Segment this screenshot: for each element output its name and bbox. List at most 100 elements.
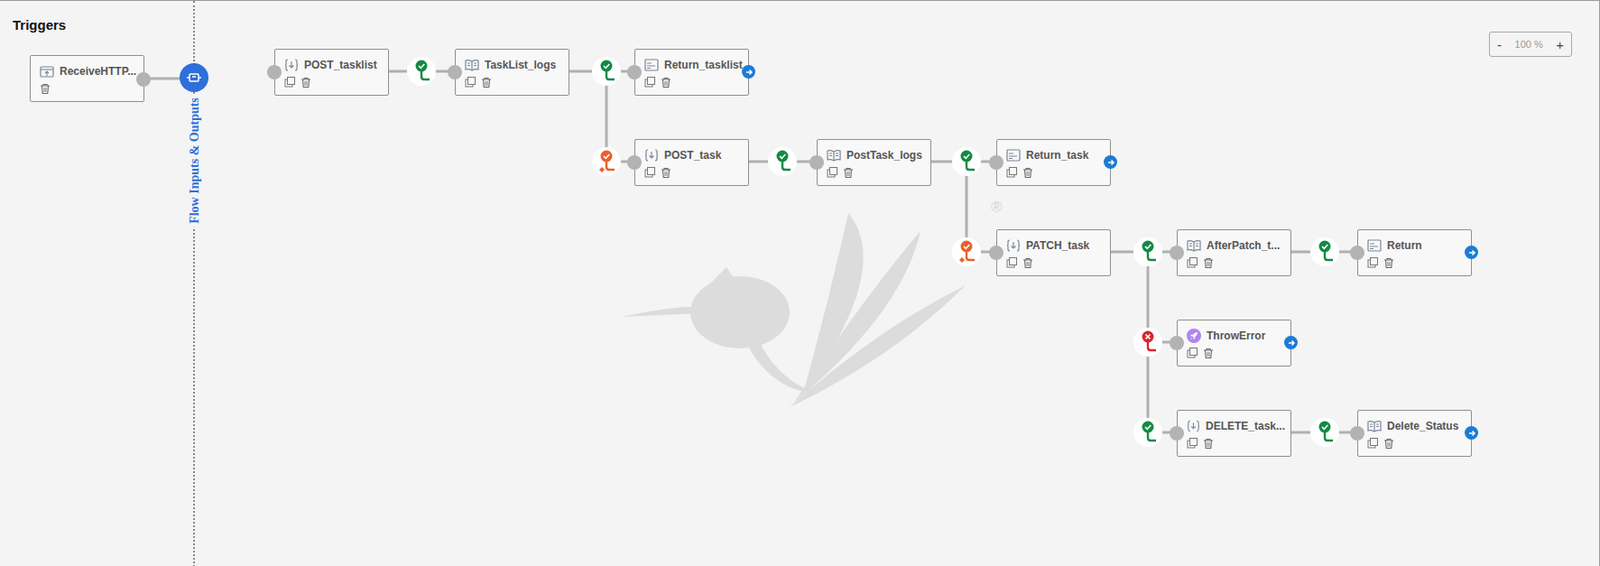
throw-icon [1186,328,1202,343]
copy-icon[interactable] [1186,437,1198,449]
activity-header: Delete_Status [1358,410,1471,435]
connector-lines [0,0,1600,566]
trash-icon[interactable] [480,76,492,88]
activity-header: Return [1358,230,1471,254]
activity-input-port[interactable] [627,155,642,170]
copy-icon[interactable] [1186,347,1198,359]
activity-input-port[interactable] [1169,245,1184,260]
activity-label: POST_tasklist [304,58,378,72]
copy-icon[interactable] [1006,257,1018,269]
trigger-label: ReceiveHTTP... [59,64,137,78]
trash-icon[interactable] [842,166,854,178]
activity-node[interactable]: DELETE_task... [1176,409,1292,457]
trash-icon[interactable] [1022,166,1034,178]
activity-node[interactable]: Delete_Status [1357,409,1472,457]
return-marker [1103,155,1118,169]
success-branch-icon[interactable] [591,55,622,87]
zoom-level: 100 % [1515,36,1544,53]
activity-actions [997,163,1110,182]
copy-icon[interactable] [1006,166,1018,178]
copy-icon[interactable] [644,76,656,88]
condition-branch-icon[interactable] [591,146,622,177]
copy-icon[interactable] [284,76,296,88]
copy-icon[interactable] [1367,257,1379,269]
success-branch-icon[interactable] [406,55,437,87]
watermark-logo-icon [622,212,1002,421]
activity-input-port[interactable] [447,64,463,80]
activity-input-port[interactable] [1350,425,1365,441]
activity-header: PostTask_logs [817,139,931,164]
success-branch-icon[interactable] [767,146,798,177]
activity-node[interactable]: PostTask_logs [816,138,932,186]
activity-actions [1177,253,1291,272]
activity-label: PATCH_task [1026,239,1090,252]
trash-icon[interactable] [1383,437,1395,449]
flow-io-button[interactable] [179,63,209,93]
activity-node[interactable]: AfterPatch_t... [1176,229,1292,277]
activity-input-port[interactable] [1350,245,1365,260]
trash-icon[interactable] [660,76,672,88]
activity-actions [275,73,389,92]
return-icon [1006,147,1021,163]
trash-icon[interactable] [300,76,312,88]
activity-node[interactable]: POST_task [634,138,750,186]
activity-node[interactable]: TaskList_logs [454,48,570,96]
return-icon [1367,238,1382,253]
return-arrow-icon [1106,157,1116,167]
activity-input-port[interactable] [267,64,282,80]
activity-input-port[interactable] [989,245,1004,260]
zoom-out-button[interactable]: - [1497,37,1502,52]
log-icon [1367,418,1382,434]
success-branch-icon[interactable] [1309,236,1341,268]
copy-icon[interactable] [826,166,838,178]
trash-icon[interactable] [1022,257,1034,269]
activity-input-port[interactable] [627,64,642,80]
activity-node[interactable]: ThrowError [1176,319,1292,367]
activity-header: DELETE_task... [1177,410,1291,435]
flow-io-icon [186,70,202,85]
trash-icon[interactable] [1202,347,1214,359]
activity-node[interactable]: Return_tasklist [634,48,750,96]
return-marker [1464,245,1479,259]
activity-input-port[interactable] [809,155,824,170]
trash-icon[interactable] [1202,437,1214,449]
activity-actions [455,73,569,92]
return-marker [741,64,756,79]
zoom-in-button[interactable]: + [1555,37,1564,52]
trash-icon[interactable] [1202,257,1214,269]
trigger-node[interactable]: ReceiveHTTP... [29,55,145,102]
zoom-control: -100 % + [1489,31,1573,57]
activity-node[interactable]: POST_tasklist [274,48,389,96]
trash-icon[interactable] [1383,257,1395,269]
activity-input-port[interactable] [1169,335,1184,351]
activity-input-port[interactable] [989,155,1004,170]
trash-icon[interactable] [39,83,51,94]
copy-icon[interactable] [1186,257,1198,269]
trigger-output-port[interactable] [136,72,151,87]
copy-icon[interactable] [464,76,476,88]
watermark-mark: ® [990,195,1003,220]
activity-label: AfterPatch_t... [1206,239,1280,252]
success-branch-icon[interactable] [951,146,982,177]
return-arrow-icon [1467,248,1477,258]
copy-icon[interactable] [644,166,656,178]
activity-node[interactable]: Return_task [996,138,1111,186]
activity-header: POST_tasklist [275,49,389,74]
trash-icon[interactable] [660,166,672,178]
activity-label: DELETE_task... [1205,419,1286,433]
success-branch-icon[interactable] [1309,416,1341,448]
success-branch-icon[interactable] [1132,236,1164,268]
activity-input-port[interactable] [1169,425,1184,441]
activity-node[interactable]: Return [1357,229,1472,277]
condition-branch-icon[interactable] [951,236,982,268]
error-branch-icon[interactable] [1132,326,1164,358]
copy-icon[interactable] [1367,437,1379,449]
success-branch-icon[interactable] [1132,416,1164,448]
activity-label: Delete_Status [1387,419,1459,433]
activity-label: Return_tasklist [664,58,743,72]
mapper-icon [1186,418,1201,434]
activity-node[interactable]: PATCH_task [996,229,1111,277]
http-trigger-icon [39,64,55,79]
flow-io-label[interactable]: Flow Inputs & Outputs [183,93,206,228]
mapper-icon [284,57,299,73]
